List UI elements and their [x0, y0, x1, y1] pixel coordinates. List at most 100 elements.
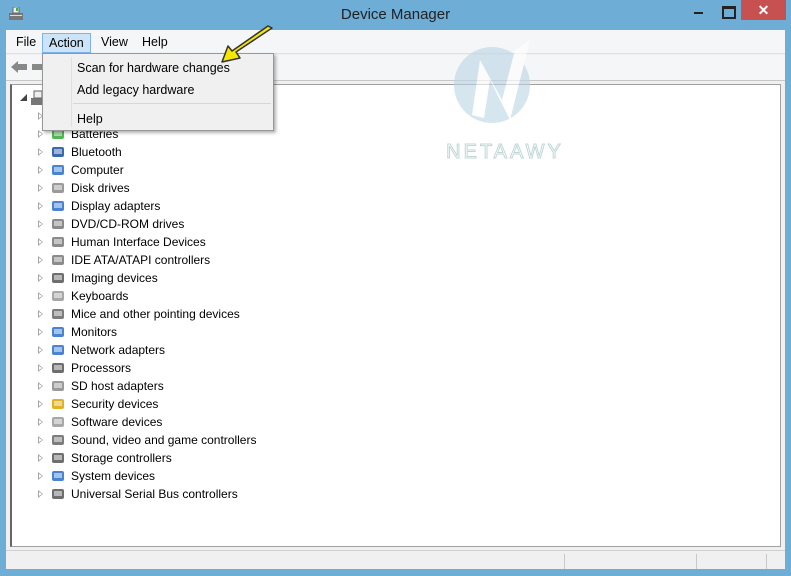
- tree-item[interactable]: Imaging devices: [12, 269, 312, 287]
- menu-item-add-legacy-hardware[interactable]: Add legacy hardware: [77, 83, 194, 97]
- menu-file[interactable]: File: [10, 33, 42, 53]
- tree-item-label: Network adapters: [71, 343, 166, 357]
- tree-item-label: Software devices: [71, 415, 163, 429]
- network-adapter-icon: [52, 345, 64, 355]
- menu-help[interactable]: Help: [136, 33, 174, 53]
- expand-arrow-icon[interactable]: [38, 310, 43, 318]
- tree-item-label: Processors: [71, 361, 132, 375]
- window-title: Device Manager: [340, 6, 451, 23]
- device-tree[interactable]: Batteries Bluetooth Computer Disk drives Dis…: [10, 84, 781, 547]
- tree-item-label: Display adapters: [71, 199, 161, 213]
- expand-arrow-icon[interactable]: [38, 202, 43, 210]
- menu-bar: File Action View Help: [6, 30, 785, 54]
- maximize-button[interactable]: [714, 0, 740, 20]
- keyboard-icon: [52, 291, 64, 301]
- display-adapter-icon: [52, 201, 64, 211]
- expand-arrow-icon[interactable]: [38, 328, 43, 336]
- tree-item[interactable]: SD host adapters: [12, 377, 312, 395]
- expand-arrow-icon[interactable]: [38, 490, 43, 498]
- tree-item-label: Universal Serial Bus controllers: [71, 487, 238, 501]
- ide-controller-icon: [52, 255, 64, 265]
- action-menu-dropdown: Scan for hardware changes Add legacy har…: [42, 53, 274, 131]
- tree-item[interactable]: Monitors: [12, 323, 312, 341]
- menu-item-scan-hardware[interactable]: Scan for hardware changes: [77, 61, 230, 75]
- expand-arrow-icon[interactable]: [38, 274, 43, 282]
- menu-separator: [73, 103, 271, 104]
- title-bar: Device Manager ✕: [0, 0, 791, 30]
- expand-arrow-icon[interactable]: [38, 256, 43, 264]
- tree-item[interactable]: Keyboards: [12, 287, 312, 305]
- tree-item-label: Monitors: [71, 325, 118, 339]
- tree-item[interactable]: Sound, video and game controllers: [12, 431, 312, 449]
- tree-item[interactable]: Software devices: [12, 413, 312, 431]
- tree-item[interactable]: Storage controllers: [12, 449, 312, 467]
- tree-item[interactable]: DVD/CD-ROM drives: [12, 215, 312, 233]
- expand-arrow-icon[interactable]: [38, 346, 43, 354]
- menu-item-help[interactable]: Help: [77, 112, 103, 126]
- tree-item-label: Mice and other pointing devices: [71, 307, 240, 321]
- software-device-icon: [52, 417, 64, 427]
- tree-item[interactable]: Bluetooth: [12, 143, 312, 161]
- svg-text:NETAAWY: NETAAWY: [446, 141, 564, 163]
- menu-view[interactable]: View: [95, 33, 134, 53]
- close-button[interactable]: ✕: [741, 0, 786, 20]
- tree-item[interactable]: Security devices: [12, 395, 312, 413]
- minimize-button[interactable]: [686, 0, 712, 20]
- dvd-drive-icon: [52, 219, 64, 229]
- expand-arrow-icon[interactable]: [38, 166, 43, 174]
- expand-arrow-icon[interactable]: [38, 472, 43, 480]
- processor-icon: [52, 363, 64, 373]
- sd-host-icon: [52, 381, 64, 391]
- security-key-icon: [52, 399, 64, 409]
- expand-arrow-icon[interactable]: [38, 238, 43, 246]
- tree-item[interactable]: Computer: [12, 161, 312, 179]
- tree-item[interactable]: Network adapters: [12, 341, 312, 359]
- expand-arrow-icon[interactable]: [38, 220, 43, 228]
- netaawy-watermark-logo: NETAAWY: [446, 40, 564, 164]
- expand-arrow-icon[interactable]: [38, 454, 43, 462]
- back-arrow-icon[interactable]: [10, 60, 28, 74]
- camera-icon: [52, 273, 64, 283]
- tree-item-label: SD host adapters: [71, 379, 164, 393]
- expand-arrow-icon[interactable]: [38, 184, 43, 192]
- mouse-icon: [52, 309, 64, 319]
- tree-item[interactable]: Disk drives: [12, 179, 312, 197]
- speaker-icon: [52, 435, 64, 445]
- expand-arrow-icon[interactable]: [38, 382, 43, 390]
- expand-arrow-icon[interactable]: [38, 148, 43, 156]
- tree-item[interactable]: Processors: [12, 359, 312, 377]
- expand-arrow-icon[interactable]: [38, 130, 43, 138]
- monitor-icon: [52, 327, 64, 337]
- storage-controller-icon: [52, 453, 64, 463]
- tree-item-label: Sound, video and game controllers: [71, 433, 257, 447]
- tree-item[interactable]: Mice and other pointing devices: [12, 305, 312, 323]
- forward-arrow-icon[interactable]: [32, 60, 42, 74]
- expand-arrow-icon[interactable]: [38, 364, 43, 372]
- menu-action[interactable]: Action: [42, 33, 91, 53]
- tree-item-label: System devices: [71, 469, 156, 483]
- tree-item-label: Human Interface Devices: [71, 235, 206, 249]
- system-device-icon: [52, 471, 64, 481]
- tree-item-label: Imaging devices: [71, 271, 158, 285]
- expand-arrow-icon[interactable]: [38, 400, 43, 408]
- tree-item-label: Disk drives: [71, 181, 130, 195]
- tree-item[interactable]: Universal Serial Bus controllers: [12, 485, 312, 503]
- tree-item[interactable]: Display adapters: [12, 197, 312, 215]
- disk-drive-icon: [52, 183, 64, 193]
- tree-item-label: DVD/CD-ROM drives: [71, 217, 185, 231]
- usb-icon: [52, 489, 64, 499]
- tree-item-label: Computer: [71, 163, 124, 177]
- tree-item-label: Security devices: [71, 397, 159, 411]
- tree-item[interactable]: IDE ATA/ATAPI controllers: [12, 251, 312, 269]
- yellow-arrow-annotation: [221, 25, 273, 63]
- collapse-arrow-icon[interactable]: [20, 94, 27, 101]
- expand-arrow-icon[interactable]: [38, 436, 43, 444]
- expand-arrow-icon[interactable]: [38, 292, 43, 300]
- status-bar: [6, 550, 785, 569]
- tree-item-label: Bluetooth: [71, 145, 122, 159]
- expand-arrow-icon[interactable]: [38, 418, 43, 426]
- computer-icon: [52, 165, 64, 175]
- tree-item[interactable]: System devices: [12, 467, 312, 485]
- tree-item[interactable]: Human Interface Devices: [12, 233, 312, 251]
- tree-item-label: IDE ATA/ATAPI controllers: [71, 253, 211, 267]
